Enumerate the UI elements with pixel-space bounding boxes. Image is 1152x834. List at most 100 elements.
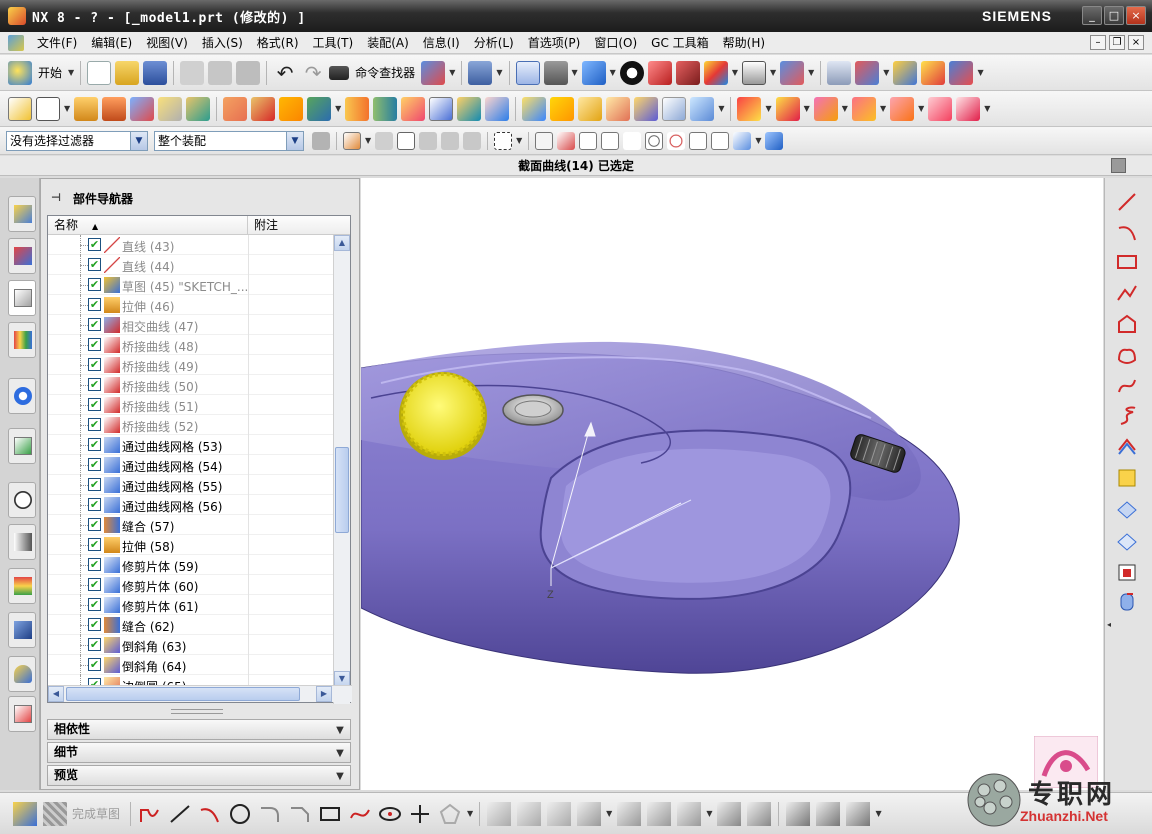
cube-view-icon[interactable] xyxy=(581,60,606,85)
mirror-curve-icon[interactable] xyxy=(617,801,642,826)
pattern-icon[interactable] xyxy=(307,96,332,121)
chevron-down-icon[interactable]: ▼ xyxy=(332,744,348,761)
sketch-line-icon[interactable] xyxy=(168,802,192,826)
chevron-down-icon[interactable]: ▼ xyxy=(130,131,147,150)
visibility-checkbox[interactable]: ✔ xyxy=(88,498,101,511)
circle-icon[interactable] xyxy=(228,802,252,826)
finish-sketch-icon[interactable] xyxy=(43,801,67,826)
bridge-curve-icon[interactable] xyxy=(1115,498,1139,522)
tree-row[interactable]: ✔ 通过曲线网格 (55) xyxy=(48,475,334,495)
section-cube-icon[interactable] xyxy=(675,60,700,85)
status-toggle-button[interactable] xyxy=(1111,158,1126,173)
shaded-view-icon[interactable] xyxy=(543,60,568,85)
intersect-icon[interactable] xyxy=(279,96,304,121)
snap-point-icon[interactable] xyxy=(535,131,554,150)
line-icon[interactable] xyxy=(1115,190,1139,214)
move-wcs-icon[interactable] xyxy=(855,60,880,85)
process-studio-tab[interactable] xyxy=(8,568,36,604)
studio-spline-icon[interactable] xyxy=(348,802,372,826)
part-navigator-tab[interactable] xyxy=(8,280,36,316)
visibility-checkbox[interactable]: ✔ xyxy=(88,378,101,391)
hscroll-thumb[interactable] xyxy=(66,687,300,701)
quick-trim-icon[interactable] xyxy=(487,801,512,826)
tree-row[interactable]: ✔ 修剪片体 (61) xyxy=(48,595,334,615)
layer-icon[interactable] xyxy=(827,60,852,85)
intersection-point-icon[interactable] xyxy=(623,131,642,150)
visibility-checkbox[interactable]: ✔ xyxy=(88,318,101,331)
visibility-checkbox[interactable]: ✔ xyxy=(88,458,101,471)
sketch-arc-icon[interactable] xyxy=(198,802,222,826)
visibility-checkbox[interactable]: ✔ xyxy=(88,358,101,371)
multicolor-cube-icon[interactable] xyxy=(703,60,728,85)
visibility-checkbox[interactable]: ✔ xyxy=(88,418,101,431)
gc-toolkit-icon[interactable] xyxy=(949,60,974,85)
sync-replace-icon[interactable] xyxy=(813,96,838,121)
menu-insert[interactable]: 插入(S) xyxy=(195,34,250,51)
system-materials-tab[interactable] xyxy=(8,524,36,560)
sketch-polygon-icon[interactable] xyxy=(438,802,462,826)
sync-detail-icon[interactable] xyxy=(928,96,953,121)
menu-help[interactable]: 帮助(H) xyxy=(716,34,772,51)
system-scenes-tab[interactable] xyxy=(8,696,36,732)
pin-icon[interactable]: ⊣ xyxy=(51,192,63,204)
hd3d-tab[interactable] xyxy=(8,378,36,414)
menu-edit[interactable]: 编辑(E) xyxy=(84,34,139,51)
polyline-icon[interactable] xyxy=(1115,282,1139,306)
finish-sketch-button[interactable]: 完成草图 xyxy=(72,805,120,822)
n-sided-icon[interactable] xyxy=(485,96,510,121)
tree-row[interactable]: ✔ 草图 (45) "SKETCH_... xyxy=(48,275,334,295)
profile-icon[interactable] xyxy=(138,802,162,826)
close-button[interactable]: × xyxy=(1126,6,1146,25)
fit-view-icon[interactable] xyxy=(515,60,540,85)
visibility-checkbox[interactable]: ✔ xyxy=(88,238,101,251)
offset-curve-icon[interactable] xyxy=(1115,434,1139,458)
doc-close-button[interactable]: × xyxy=(1128,35,1144,50)
extrude-icon[interactable] xyxy=(74,96,99,121)
offset-sketch-icon[interactable] xyxy=(577,801,602,826)
auto-constrain-icon[interactable] xyxy=(717,801,742,826)
tree-row[interactable]: ✔ 倒斜角 (64) xyxy=(48,655,334,675)
quick-extend-icon[interactable] xyxy=(517,801,542,826)
visibility-checkbox[interactable]: ✔ xyxy=(88,338,101,351)
type-filter-select[interactable]: 没有选择过滤器 ▼ xyxy=(6,130,148,151)
visibility-checkbox[interactable]: ✔ xyxy=(88,578,101,591)
tree-row[interactable]: ✔ 倒斜角 (63) xyxy=(48,635,334,655)
visibility-checkbox[interactable]: ✔ xyxy=(88,398,101,411)
menu-tools[interactable]: 工具(T) xyxy=(306,34,361,51)
menu-info[interactable]: 信息(I) xyxy=(416,34,467,51)
sync-move-icon[interactable] xyxy=(737,96,762,121)
tree-row[interactable]: ✔ 桥接曲线 (49) xyxy=(48,355,334,375)
point-icon[interactable] xyxy=(408,802,432,826)
chamfer-icon[interactable] xyxy=(634,96,659,121)
menu-view[interactable]: 视图(V) xyxy=(139,34,195,51)
red-cube-icon[interactable] xyxy=(647,60,672,85)
constraint-navigator-tab[interactable] xyxy=(8,238,36,274)
tree-row[interactable]: ✔ 缝合 (57) xyxy=(48,515,334,535)
color-analysis-icon[interactable] xyxy=(921,60,946,85)
offset-face-icon[interactable] xyxy=(578,96,603,121)
visibility-checkbox[interactable]: ✔ xyxy=(88,638,101,651)
column-header-name[interactable]: 名称 ▲ xyxy=(48,216,248,234)
wcs-icon[interactable] xyxy=(780,60,805,85)
sync-cross-icon[interactable] xyxy=(956,96,981,121)
tree-vertical-scrollbar[interactable]: ▲ ▼ xyxy=(333,235,350,704)
new-file-icon[interactable] xyxy=(87,60,112,85)
visibility-checkbox[interactable]: ✔ xyxy=(88,538,101,551)
visibility-checkbox[interactable]: ✔ xyxy=(88,618,101,631)
sync-delete-icon[interactable] xyxy=(890,96,915,121)
part-select-icon[interactable] xyxy=(765,131,784,150)
tree-row[interactable]: ✔ 直线 (44) xyxy=(48,255,334,275)
hole-icon[interactable] xyxy=(690,96,715,121)
shell-icon[interactable] xyxy=(662,96,687,121)
visibility-checkbox[interactable]: ✔ xyxy=(88,518,101,531)
constraint-icon[interactable] xyxy=(677,801,702,826)
chevron-down-icon[interactable]: ▼ xyxy=(286,131,303,150)
graphics-window[interactable]: Z xyxy=(361,178,1103,790)
select-all-icon[interactable] xyxy=(343,131,361,150)
fillet-icon[interactable] xyxy=(258,802,282,826)
menu-format[interactable]: 格式(R) xyxy=(250,34,306,51)
overflow-arrow-icon[interactable]: ◂ xyxy=(1107,620,1111,629)
helix-icon[interactable] xyxy=(1115,404,1139,428)
intersection-curve-icon[interactable] xyxy=(1115,590,1139,614)
visibility-checkbox[interactable]: ✔ xyxy=(88,558,101,571)
